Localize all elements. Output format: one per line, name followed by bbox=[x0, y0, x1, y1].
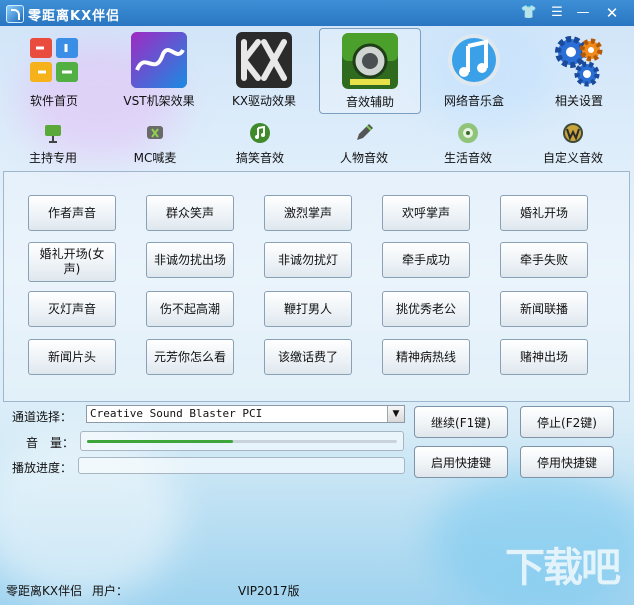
sound-button[interactable]: 鞭打男人 bbox=[264, 291, 352, 327]
sound-button[interactable]: 灭灯声音 bbox=[28, 291, 116, 327]
w-icon bbox=[563, 123, 583, 143]
subnav-mc[interactable]: MC喊麦 bbox=[110, 120, 200, 165]
app-window: 零距离KX伴侣 👕 ☰ — ✕ 软件首页 VST机架效果 KX驱动效果 音效辅助… bbox=[0, 0, 634, 605]
app-logo-icon bbox=[6, 5, 24, 23]
subnav-label: 主持专用 bbox=[28, 151, 77, 165]
subnav-label: 人物音效 bbox=[339, 151, 388, 165]
channel-label: 通道选择： bbox=[12, 410, 73, 424]
status-bar: 零距离KX伴侣 用户： VIP2017版 bbox=[0, 575, 634, 605]
mic-icon bbox=[147, 126, 163, 139]
menu-icon[interactable]: ☰ bbox=[546, 3, 568, 23]
nav-music-box[interactable]: 网络音乐盒 bbox=[424, 28, 524, 112]
sound-button[interactable]: 激烈掌声 bbox=[264, 195, 352, 231]
continue-button[interactable]: 继续(F1键) bbox=[414, 406, 508, 438]
nav-label: KX驱动效果 bbox=[231, 94, 297, 108]
progress-label: 播放进度： bbox=[12, 461, 73, 475]
sound-button[interactable]: 非诚勿扰灯 bbox=[264, 242, 352, 278]
disable-hotkey-button[interactable]: 停用快捷键 bbox=[520, 446, 614, 478]
volume-label: 音 量： bbox=[26, 436, 75, 450]
nav-vst-rack[interactable]: VST机架效果 bbox=[109, 28, 209, 112]
sound-button[interactable]: 挑优秀老公 bbox=[382, 291, 470, 327]
window-title: 零距离KX伴侣 bbox=[28, 9, 121, 24]
subnav-funny[interactable]: 搞笑音效 bbox=[215, 120, 305, 165]
subnav-label: 搞笑音效 bbox=[235, 151, 284, 165]
channel-select[interactable]: Creative Sound Blaster PCI ▼ bbox=[86, 405, 405, 423]
sound-button[interactable]: 牵手失败 bbox=[500, 242, 588, 278]
subnav-label: 生活音效 bbox=[443, 151, 492, 165]
channel-value: Creative Sound Blaster PCI bbox=[90, 407, 263, 420]
subnav-custom[interactable]: 自定义音效 bbox=[528, 120, 618, 165]
nav-label: 相关设置 bbox=[554, 94, 603, 108]
subnav-character[interactable]: 人物音效 bbox=[319, 120, 409, 165]
close-icon[interactable]: ✕ bbox=[601, 3, 623, 23]
minimize-icon[interactable]: — bbox=[572, 3, 594, 23]
pen-icon bbox=[357, 124, 373, 140]
playback-progress[interactable] bbox=[78, 457, 405, 474]
media-icon bbox=[458, 123, 478, 143]
sound-button[interactable]: 伤不起高潮 bbox=[146, 291, 234, 327]
nav-sound-assist[interactable]: 音效辅助 bbox=[319, 28, 421, 114]
music-note-icon bbox=[448, 34, 500, 86]
skin-icon[interactable]: 👕 bbox=[518, 3, 540, 23]
nav-settings[interactable]: 相关设置 bbox=[529, 28, 629, 112]
nav-label: 网络音乐盒 bbox=[443, 94, 504, 108]
sound-button[interactable]: 该缴话费了 bbox=[264, 339, 352, 375]
vst-rack-icon bbox=[131, 32, 187, 88]
sound-button[interactable]: 婚礼开场(女声) bbox=[28, 242, 116, 282]
sound-button[interactable]: 元芳你怎么看 bbox=[146, 339, 234, 375]
note-icon bbox=[250, 123, 270, 143]
speaker-icon bbox=[342, 33, 398, 89]
sound-button[interactable]: 群众笑声 bbox=[146, 195, 234, 231]
nav-label: 软件首页 bbox=[29, 94, 78, 108]
sound-button[interactable]: 精神病热线 bbox=[382, 339, 470, 375]
presentation-icon bbox=[45, 125, 61, 143]
enable-hotkey-button[interactable]: 启用快捷键 bbox=[414, 446, 508, 478]
sound-button[interactable]: 新闻片头 bbox=[28, 339, 116, 375]
nav-label: 音效辅助 bbox=[345, 95, 394, 109]
sound-button[interactable]: 非诚勿扰出场 bbox=[146, 242, 234, 278]
volume-track bbox=[87, 440, 397, 443]
sound-button[interactable]: 作者声音 bbox=[28, 195, 116, 231]
subnav-label: 自定义音效 bbox=[542, 151, 603, 165]
subnav-label: MC喊麦 bbox=[133, 151, 177, 165]
stop-button[interactable]: 停止(F2键) bbox=[520, 406, 614, 438]
subnav-life[interactable]: 生活音效 bbox=[423, 120, 513, 165]
sound-button[interactable]: 赌神出场 bbox=[500, 339, 588, 375]
sound-button[interactable]: 欢呼掌声 bbox=[382, 195, 470, 231]
nav-home[interactable]: 软件首页 bbox=[4, 28, 104, 112]
volume-slider[interactable] bbox=[80, 431, 404, 451]
office-grid-icon bbox=[30, 38, 78, 82]
gears-icon bbox=[555, 36, 603, 87]
sound-button[interactable]: 牵手成功 bbox=[382, 242, 470, 278]
title-bar[interactable]: 零距离KX伴侣 👕 ☰ — ✕ bbox=[0, 0, 634, 26]
volume-fill bbox=[87, 440, 233, 443]
nav-kx-driver[interactable]: KX驱动效果 bbox=[214, 28, 314, 112]
status-user-label: 用户： bbox=[92, 584, 129, 598]
nav-label: VST机架效果 bbox=[123, 94, 195, 108]
kx-driver-icon bbox=[236, 32, 292, 88]
sound-button[interactable]: 婚礼开场 bbox=[500, 195, 588, 231]
status-app-name: 零距离KX伴侣 bbox=[6, 584, 83, 598]
dropdown-arrow-icon[interactable]: ▼ bbox=[387, 406, 404, 422]
subnav-host[interactable]: 主持专用 bbox=[8, 120, 98, 165]
status-version: VIP2017版 bbox=[238, 584, 300, 598]
sound-button[interactable]: 新闻联播 bbox=[500, 291, 588, 327]
